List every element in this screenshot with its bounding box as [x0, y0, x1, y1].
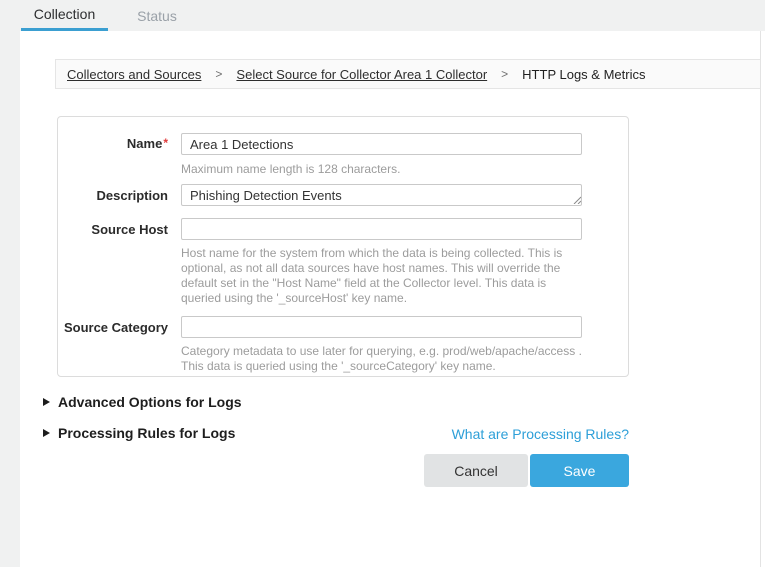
description-textarea[interactable]: Phishing Detection Events	[181, 184, 582, 206]
advanced-options-label: Advanced Options for Logs	[58, 394, 242, 410]
processing-rules-help-link[interactable]: What are Processing Rules?	[452, 426, 629, 442]
breadcrumb-link-select-source[interactable]: Select Source for Collector Area 1 Colle…	[236, 67, 487, 82]
processing-rules-label: Processing Rules for Logs	[58, 425, 235, 441]
breadcrumb: Collectors and Sources > Select Source f…	[55, 59, 761, 89]
tab-collection[interactable]: Collection	[21, 0, 108, 31]
source-host-label: Source Host	[58, 222, 168, 237]
tab-status-label: Status	[137, 8, 177, 24]
name-label: Name*	[58, 136, 168, 151]
tab-status[interactable]: Status	[122, 0, 192, 31]
tab-collection-label: Collection	[34, 6, 95, 22]
app-window: Collection Status Collectors and Sources…	[0, 0, 765, 567]
expand-arrow-icon	[43, 398, 50, 406]
source-host-hint: Host name for the system from which the …	[181, 246, 581, 306]
breadcrumb-separator-icon: >	[501, 67, 508, 81]
tab-bar: Collection Status	[0, 0, 765, 31]
source-category-input[interactable]	[181, 316, 582, 338]
source-config-card: Name* Maximum name length is 128 charact…	[57, 116, 629, 377]
breadcrumb-current-page: HTTP Logs & Metrics	[522, 67, 645, 82]
breadcrumb-separator-icon: >	[215, 67, 222, 81]
advanced-options-expander[interactable]: Advanced Options for Logs	[43, 394, 242, 410]
expand-arrow-icon	[43, 429, 50, 437]
source-host-input[interactable]	[181, 218, 582, 240]
name-hint: Maximum name length is 128 characters.	[181, 162, 400, 177]
name-input[interactable]	[181, 133, 582, 155]
required-asterisk: *	[163, 136, 168, 150]
panel-right-divider	[760, 31, 761, 567]
source-category-label: Source Category	[58, 320, 168, 335]
description-label: Description	[58, 188, 168, 203]
cancel-button[interactable]: Cancel	[424, 454, 528, 487]
source-category-hint: Category metadata to use later for query…	[181, 344, 585, 374]
processing-rules-expander[interactable]: Processing Rules for Logs	[43, 425, 235, 441]
content-panel: Collectors and Sources > Select Source f…	[20, 31, 765, 567]
breadcrumb-link-collectors-and-sources[interactable]: Collectors and Sources	[67, 67, 201, 82]
save-button[interactable]: Save	[530, 454, 629, 487]
